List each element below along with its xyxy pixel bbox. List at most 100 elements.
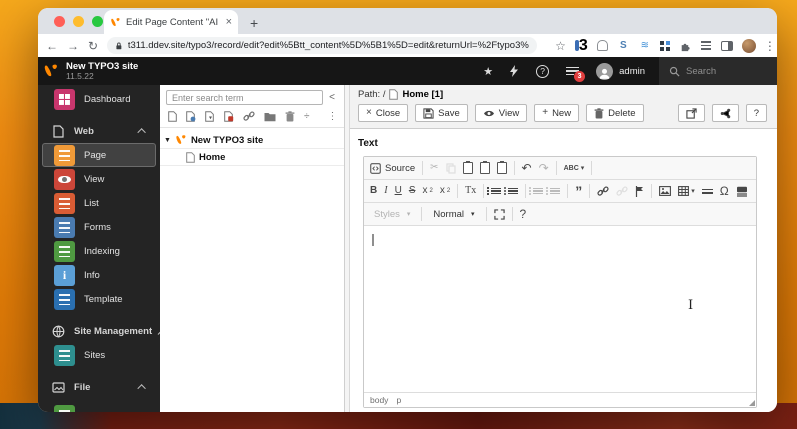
resize-handle[interactable] [749, 400, 755, 406]
tab-close-icon[interactable]: × [226, 16, 232, 28]
unlink-icon[interactable] [616, 186, 628, 197]
share-button[interactable] [711, 104, 739, 122]
styles-dropdown[interactable]: Styles ▾ [370, 209, 414, 220]
sidebar-item-dashboard[interactable]: Dashboard [42, 87, 156, 111]
sidebar-section-web[interactable]: Web [38, 119, 160, 143]
table-icon[interactable]: ▾ [678, 186, 695, 196]
about-editor-icon[interactable]: ? [520, 208, 527, 220]
s-extension-icon[interactable]: S [617, 39, 630, 52]
new-page-icon[interactable] [168, 111, 177, 122]
folder-icon[interactable] [264, 112, 276, 122]
minimize-window-button[interactable] [73, 16, 84, 27]
sidebar-item-view[interactable]: View [42, 167, 156, 191]
sidebar-item-page[interactable]: Page [42, 143, 156, 167]
browser-menu-icon[interactable]: ⋮ [764, 40, 776, 52]
copy-icon[interactable] [445, 162, 456, 174]
tree-more-icon[interactable]: ⋮ [328, 111, 338, 122]
insert-image-icon[interactable] [659, 186, 672, 196]
back-icon[interactable]: ← [46, 40, 58, 52]
paste-text-icon[interactable] [479, 160, 490, 174]
search-input[interactable] [686, 65, 766, 77]
extension-badge-icon[interactable]: 3 [574, 37, 588, 54]
topbar-search[interactable] [659, 57, 777, 85]
reload-icon[interactable]: ↻ [88, 40, 98, 52]
close-button[interactable]: × Close [358, 104, 409, 122]
underline-icon[interactable]: U [395, 186, 402, 196]
user-menu[interactable]: admin [596, 62, 645, 80]
maximize-icon[interactable] [493, 208, 505, 220]
numbered-list-icon[interactable] [487, 186, 502, 196]
paste-icon[interactable] [462, 160, 473, 174]
insert-link-icon[interactable] [597, 186, 609, 197]
trash-icon[interactable] [285, 111, 295, 122]
ghost-extension-icon[interactable] [596, 39, 609, 52]
open-in-new-window-button[interactable] [677, 104, 705, 122]
bold-icon[interactable]: B [370, 186, 377, 196]
layers-extension-icon[interactable]: ≋ [638, 39, 651, 52]
tree-node-home[interactable]: Home [160, 151, 344, 166]
sidebar-section-site-management[interactable]: Site Management [38, 319, 160, 343]
anchor-flag-icon[interactable] [635, 185, 644, 197]
collapse-tree-icon[interactable]: < [329, 92, 338, 103]
indent-icon[interactable] [546, 186, 561, 196]
sidebar-toggle-icon[interactable] [721, 39, 734, 52]
new-shortcut-page-icon[interactable] [186, 111, 196, 122]
new-spacer-icon[interactable] [224, 111, 234, 122]
element-path-body[interactable]: body [370, 395, 388, 405]
paste-word-icon[interactable] [496, 160, 507, 174]
save-button[interactable]: Save [415, 104, 468, 122]
help-icon[interactable]: ? [536, 64, 550, 78]
zoom-window-button[interactable] [92, 16, 103, 27]
notifications-icon[interactable]: 3 [566, 65, 586, 82]
redo-icon[interactable]: ↷ [539, 162, 549, 174]
forward-icon[interactable]: → [67, 40, 79, 52]
source-button[interactable]: Source [370, 163, 415, 174]
address-bar[interactable]: t311.ddev.site/typo3/record/edit?edit%5B… [107, 37, 538, 54]
sidebar-item-indexing[interactable]: Indexing [42, 239, 156, 263]
tree-node-root[interactable]: ▼ New TYPO3 site [160, 134, 344, 149]
playlist-extension-icon[interactable] [700, 39, 713, 52]
expand-caret-icon[interactable]: ▼ [164, 137, 171, 144]
superscript-icon[interactable]: x2 [440, 186, 450, 196]
bulleted-list-icon[interactable] [504, 186, 519, 196]
new-tab-button[interactable]: + [250, 16, 258, 30]
grid-extension-icon[interactable] [659, 39, 672, 52]
sidebar-item-info[interactable]: i Info [42, 263, 156, 287]
new-mountpoint-page-icon[interactable] [205, 111, 215, 122]
remove-format-icon[interactable]: Tx [465, 186, 476, 196]
close-window-button[interactable] [54, 16, 65, 27]
special-character-icon[interactable]: Ω [720, 185, 729, 197]
sidebar-item-list[interactable]: List [42, 191, 156, 215]
link-icon[interactable] [243, 111, 255, 122]
bookmarks-star-icon[interactable]: ★ [483, 65, 493, 78]
typo3-brand[interactable]: New TYPO3 site 11.5.22 [38, 61, 160, 81]
blockquote-icon[interactable]: ” [575, 184, 582, 198]
horizontal-rule-icon[interactable] [701, 188, 713, 194]
sidebar-item-forms[interactable]: Forms [42, 215, 156, 239]
element-path-p[interactable]: p [396, 395, 401, 405]
new-button[interactable]: + New [534, 104, 580, 122]
sidebar-item-template[interactable]: Template [42, 287, 156, 311]
view-button[interactable]: View [474, 104, 528, 122]
profile-avatar[interactable] [741, 38, 756, 53]
browser-tab[interactable]: Edit Page Content "AI generate × [104, 10, 238, 34]
bookmark-star-icon[interactable]: ☆ [555, 40, 566, 52]
spellcheck-icon[interactable]: ABC ▾ [564, 165, 585, 172]
tree-search-input[interactable] [166, 90, 324, 105]
outdent-icon[interactable] [529, 186, 544, 196]
extensions-puzzle-icon[interactable] [680, 40, 692, 52]
sidebar-item-filelist-cut[interactable] [42, 403, 156, 412]
strikethrough-icon[interactable]: S [409, 186, 416, 196]
undo-icon[interactable]: ↶ [522, 162, 532, 174]
page-break-icon[interactable] [736, 186, 748, 197]
stop-page-tree-icon[interactable]: ÷ [304, 111, 310, 122]
italic-icon[interactable]: I [384, 186, 387, 196]
sidebar-item-sites[interactable]: Sites [42, 343, 156, 367]
format-dropdown[interactable]: Normal ▾ [429, 209, 478, 220]
sidebar-section-file[interactable]: File [38, 375, 160, 399]
subscript-icon[interactable]: x2 [422, 186, 432, 196]
clear-cache-bolt-icon[interactable] [510, 65, 519, 77]
rte-editing-area[interactable] [364, 226, 756, 392]
docheader-help-button[interactable]: ? [745, 104, 767, 122]
delete-button[interactable]: Delete [586, 104, 644, 122]
